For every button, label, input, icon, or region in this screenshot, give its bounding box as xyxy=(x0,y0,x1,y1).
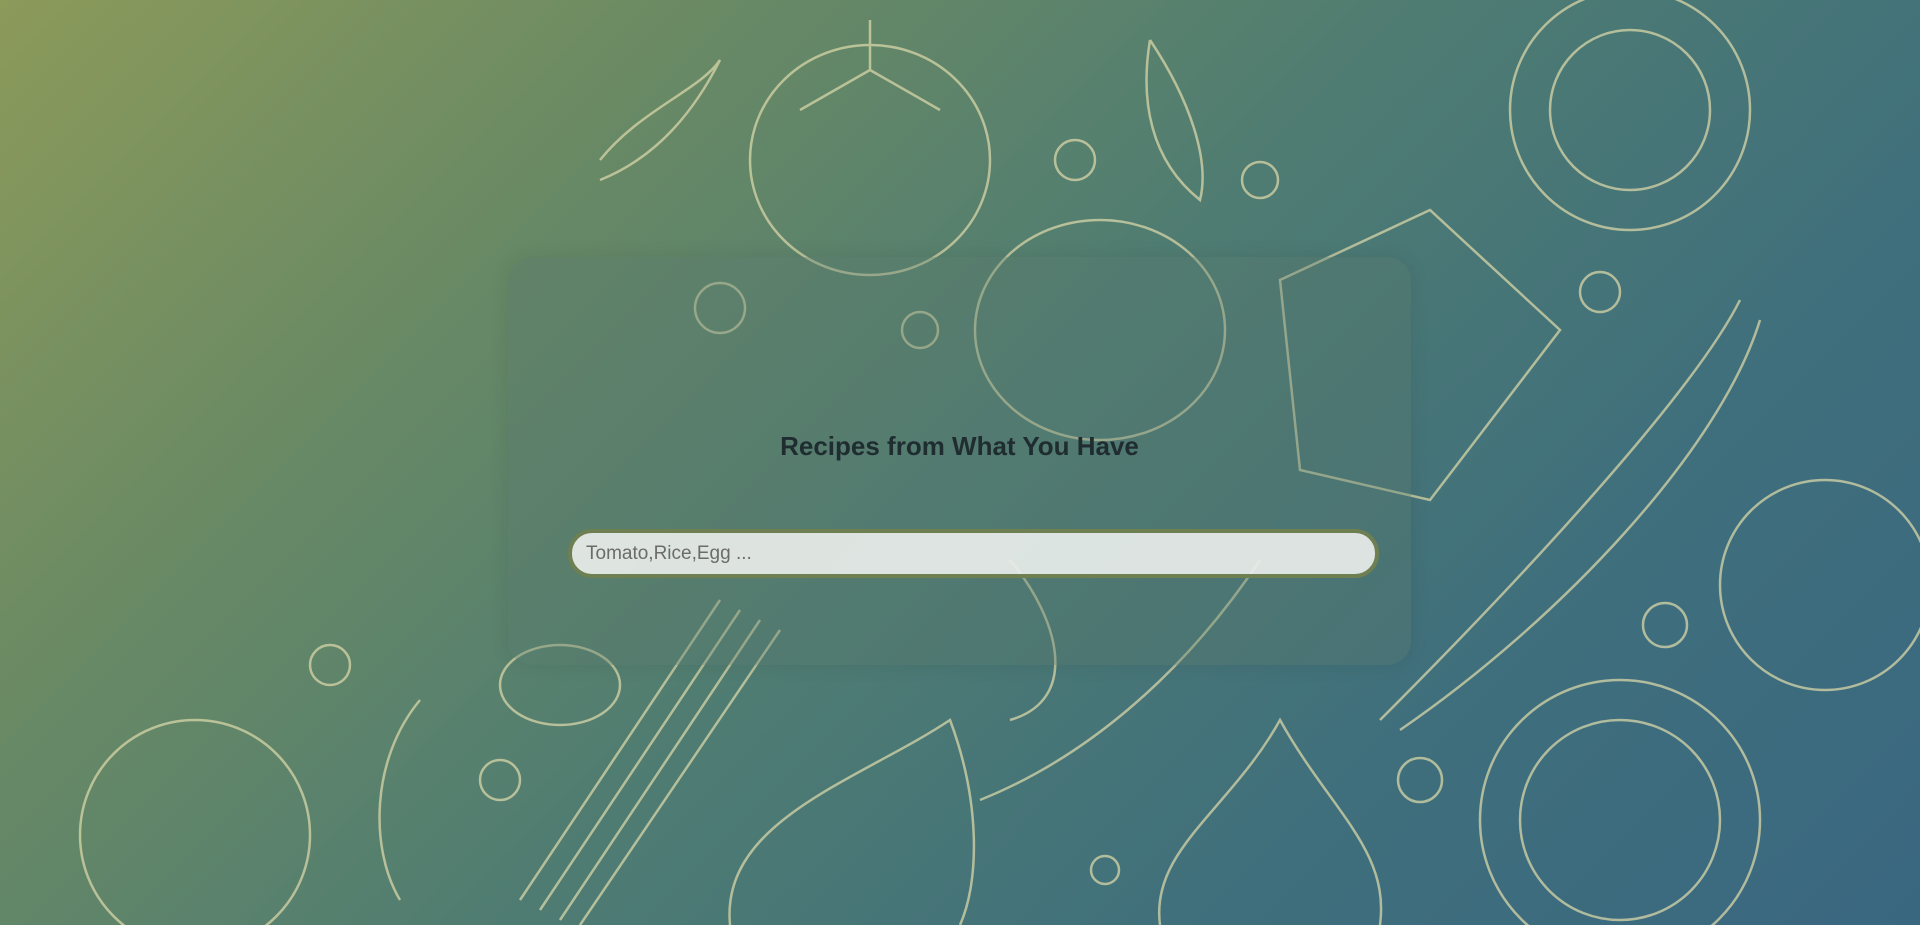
search-card: Recipes from What You Have xyxy=(508,257,1411,665)
ingredients-search-input[interactable] xyxy=(568,529,1379,578)
page-title: Recipes from What You Have xyxy=(780,431,1139,461)
